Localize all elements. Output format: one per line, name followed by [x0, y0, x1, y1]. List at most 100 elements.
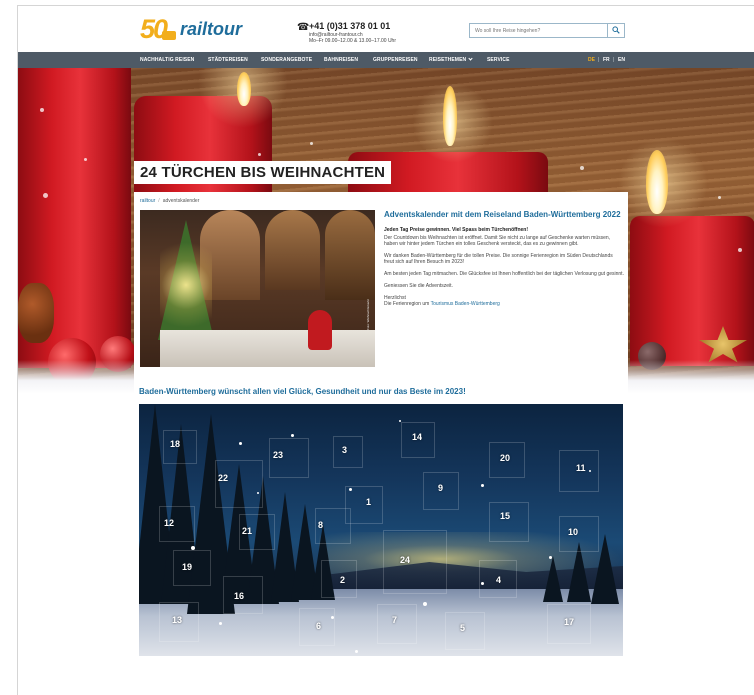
- calendar-door[interactable]: 7: [377, 604, 417, 644]
- candle-flame: [443, 86, 457, 146]
- door-number: 21: [242, 526, 253, 536]
- christmas-hall-photo: Foto: Weihnachtsmarkt: [140, 210, 375, 367]
- door-number: 11: [576, 463, 586, 473]
- tourism-bw-link[interactable]: Tourismus Baden-Württemberg: [431, 301, 500, 307]
- door-number: 10: [568, 527, 579, 537]
- nav-item-service[interactable]: SERVICE: [487, 57, 510, 63]
- door-number: 5: [460, 623, 466, 633]
- door-number: 14: [412, 432, 423, 442]
- article-paragraph: Geniessen Sie die Adventszeit.: [384, 283, 453, 289]
- snowflake: [258, 153, 261, 156]
- calendar-door[interactable]: 18: [163, 430, 197, 464]
- candle-flame: [237, 72, 251, 106]
- star-light: [291, 434, 294, 437]
- content-card: railtour / adventskalender Foto: Weihnacht…: [134, 192, 628, 393]
- nav-item-bahnreisen[interactable]: BAHNREISEN: [324, 57, 358, 63]
- door-number: 12: [164, 518, 175, 528]
- calendar-door[interactable]: 20: [489, 442, 525, 478]
- calendar-door[interactable]: 2: [321, 560, 357, 598]
- breadcrumb-home-link[interactable]: railtour: [140, 198, 155, 204]
- door-number: 19: [182, 562, 193, 572]
- breadcrumb: railtour / adventskalender: [140, 198, 199, 204]
- calendar-door[interactable]: 10: [559, 516, 599, 552]
- calendar-door[interactable]: 9: [423, 472, 459, 510]
- snowflake: [84, 158, 87, 161]
- nav-item-sonderangebote[interactable]: SONDERANGEBOTE: [261, 57, 312, 63]
- door-number: 1: [366, 497, 372, 507]
- railtour-logo[interactable]: 50 railtour: [140, 15, 250, 43]
- door-number: 24: [400, 555, 411, 565]
- nav-item-nachhaltig-reisen[interactable]: NACHHALTIG REISEN: [140, 57, 194, 63]
- calendar-heading: Baden-Württemberg wünscht allen viel Glü…: [139, 387, 466, 396]
- language-fr[interactable]: FR: [603, 57, 610, 63]
- snowflake: [40, 108, 44, 112]
- snowflake: [310, 142, 313, 145]
- nav-item-gruppenreisen[interactable]: GRUPPENREISEN: [373, 57, 418, 63]
- advent-calendar: 18 23 3 14 20 11 22 9 1 12 21 8 15 10 19…: [139, 404, 623, 656]
- door-number: 20: [500, 453, 511, 463]
- breadcrumb-current: adventskalender: [162, 198, 200, 204]
- article-paragraph: Der Countdown bis Weihnachten ist eröffn…: [384, 235, 611, 247]
- calendar-door[interactable]: 13: [159, 602, 199, 642]
- calendar-door[interactable]: 22: [215, 460, 263, 508]
- language-separator: |: [613, 57, 615, 63]
- search-input[interactable]: [470, 24, 607, 37]
- article-sign-prefix: Die Ferienregion um: [384, 301, 431, 307]
- star-light: [355, 650, 358, 653]
- calendar-door[interactable]: 3: [333, 436, 363, 468]
- language-en[interactable]: EN: [618, 57, 625, 63]
- door-number: 18: [170, 439, 181, 449]
- door-number: 6: [316, 621, 322, 631]
- calendar-door[interactable]: 8: [315, 508, 351, 544]
- search-button[interactable]: [607, 24, 624, 37]
- door-number: 23: [273, 450, 284, 460]
- calendar-door[interactable]: 16: [223, 576, 263, 614]
- nav-item-reisethemen-label: REISETHEMEN: [429, 57, 467, 63]
- star-light: [219, 622, 222, 625]
- calendar-door[interactable]: 11: [559, 450, 599, 492]
- door-number: 7: [392, 615, 398, 625]
- article-paragraph: Wir danken Baden-Württemberg für die tol…: [384, 253, 613, 265]
- calendar-door[interactable]: 4: [479, 560, 517, 598]
- photo-credit: Foto: Weihnachtsmarkt: [366, 299, 370, 330]
- calendar-door[interactable]: 23: [269, 438, 309, 478]
- article-sign-line: Die Ferienregion um Tourismus Baden-Würt…: [384, 301, 624, 307]
- door-number: 22: [218, 473, 229, 483]
- nav-item-staedtereisen[interactable]: STÄDTEREISEN: [208, 57, 248, 63]
- calendar-door[interactable]: 15: [489, 502, 529, 542]
- article-lead: Jeden Tag Preise gewinnen. Viel Spass be…: [384, 227, 529, 233]
- santa-figure: [308, 310, 332, 350]
- door-number: 3: [342, 445, 348, 455]
- photo-arch: [325, 210, 375, 300]
- door-number: 8: [318, 520, 324, 530]
- photo-arch: [265, 210, 320, 290]
- nav-item-reisethemen[interactable]: REISETHEMEN: [429, 56, 473, 63]
- pine-tree: [543, 556, 563, 602]
- calendar-door[interactable]: 12: [159, 506, 195, 542]
- search-box: [469, 23, 625, 38]
- star-light: [481, 484, 484, 487]
- site-header: 50 railtour ☎ +41 (0)31 378 01 01 info@r…: [18, 6, 754, 52]
- banquet-table: [160, 330, 375, 367]
- calendar-door[interactable]: 21: [239, 514, 275, 550]
- browser-page: 50 railtour ☎ +41 (0)31 378 01 01 info@r…: [17, 5, 754, 695]
- star-light: [549, 556, 552, 559]
- calendar-door[interactable]: 24: [383, 530, 447, 594]
- calendar-door[interactable]: 17: [547, 604, 591, 644]
- language-de[interactable]: DE: [588, 57, 595, 63]
- breadcrumb-separator: /: [158, 198, 160, 204]
- door-number: 15: [500, 511, 511, 521]
- door-number: 16: [234, 591, 245, 601]
- phone-number[interactable]: +41 (0)31 378 01 01: [309, 21, 390, 31]
- calendar-door[interactable]: 19: [173, 550, 211, 586]
- logo-wordmark: railtour: [180, 19, 243, 39]
- star-light: [423, 602, 427, 606]
- logo-badge-icon: [162, 31, 176, 40]
- calendar-door[interactable]: 6: [299, 608, 335, 646]
- door-number: 4: [496, 575, 502, 585]
- calendar-door[interactable]: 5: [445, 612, 485, 650]
- pinecone-decoration: [18, 283, 54, 343]
- calendar-door[interactable]: 14: [401, 422, 435, 458]
- door-number: 13: [172, 615, 183, 625]
- star-light: [239, 442, 242, 445]
